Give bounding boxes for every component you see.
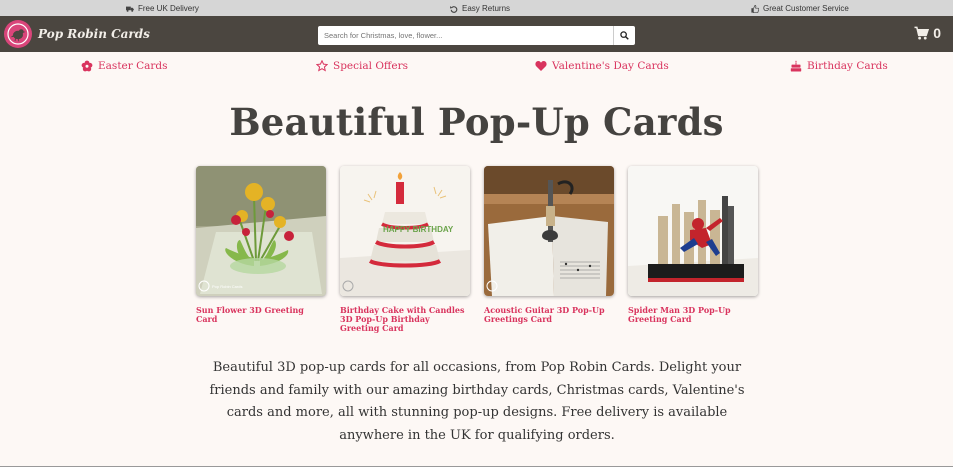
service-info: Great Customer Service: [751, 4, 849, 13]
star-icon: [316, 60, 328, 72]
nav-label: Valentine's Day Cards: [552, 60, 669, 72]
product-title-link[interactable]: Sun Flower 3D Greeting Card: [196, 305, 326, 324]
nav-item-valentines-cards[interactable]: Valentine's Day Cards: [535, 60, 669, 72]
nav-item-special-offers[interactable]: Special Offers: [316, 60, 408, 72]
nav-label: Birthday Cards: [807, 60, 888, 72]
heart-icon: [535, 61, 547, 71]
intro-paragraph: Beautiful 3D pop-up cards for all occasi…: [209, 360, 745, 443]
delivery-text: Free UK Delivery: [138, 4, 199, 13]
cart-button[interactable]: 0: [914, 25, 941, 41]
cake-text: HAPPY BIRTHDAY: [383, 225, 454, 234]
category-nav: Easter Cards Special Offers Valentine's …: [0, 58, 953, 78]
product-title-link[interactable]: Spider Man 3D Pop-Up Greeting Card: [628, 305, 758, 324]
nav-label: Easter Cards: [98, 60, 168, 72]
truck-icon: [126, 6, 134, 12]
product-image[interactable]: Pop Robin Cards: [196, 166, 326, 296]
product-image[interactable]: [628, 166, 758, 296]
cart-count: 0: [933, 25, 941, 41]
site-logo[interactable]: Pop Robin Cards: [4, 20, 150, 48]
page-title: Beautiful Pop-Up Cards: [229, 100, 724, 144]
product-card[interactable]: HAPPY BIRTHDAY Birthday Cake with Candle…: [340, 166, 470, 334]
product-card[interactable]: Spider Man 3D Pop-Up Greeting Card: [628, 166, 758, 334]
product-card[interactable]: Pop Robin Cards Sun Flower 3D Greeting C…: [196, 166, 326, 334]
search-bar: [318, 26, 635, 45]
returns-text: Easy Returns: [462, 4, 511, 13]
cake-icon: [790, 60, 802, 72]
info-bar: Free UK Delivery Easy Returns Great Cust…: [0, 0, 953, 16]
nav-item-easter-cards[interactable]: Easter Cards: [81, 60, 168, 72]
product-title-link[interactable]: Birthday Cake with Candles 3D Pop-Up Bir…: [340, 305, 470, 334]
nav-label: Special Offers: [333, 60, 409, 72]
thumbs-up-icon: [751, 4, 759, 13]
site-header: Pop Robin Cards 0: [0, 16, 953, 52]
product-image[interactable]: [484, 166, 614, 296]
flower-icon: [81, 60, 93, 72]
search-input[interactable]: [318, 26, 613, 45]
logo-text: Pop Robin Cards: [38, 27, 150, 41]
search-icon: [620, 31, 629, 40]
product-grid: Pop Robin Cards Sun Flower 3D Greeting C…: [196, 166, 758, 334]
undo-icon: [450, 5, 458, 13]
product-image[interactable]: HAPPY BIRTHDAY: [340, 166, 470, 296]
service-text: Great Customer Service: [763, 4, 849, 13]
watermark: Pop Robin Cards: [212, 284, 242, 289]
search-button[interactable]: [613, 26, 635, 45]
robin-logo-icon: [4, 20, 32, 48]
shopping-cart-icon: [914, 26, 930, 40]
product-card[interactable]: Acoustic Guitar 3D Pop-Up Greetings Card: [484, 166, 614, 334]
nav-item-birthday-cards[interactable]: Birthday Cards: [790, 60, 888, 72]
returns-info: Easy Returns: [450, 4, 510, 13]
product-title-link[interactable]: Acoustic Guitar 3D Pop-Up Greetings Card: [484, 305, 614, 324]
delivery-info: Free UK Delivery: [126, 4, 199, 13]
